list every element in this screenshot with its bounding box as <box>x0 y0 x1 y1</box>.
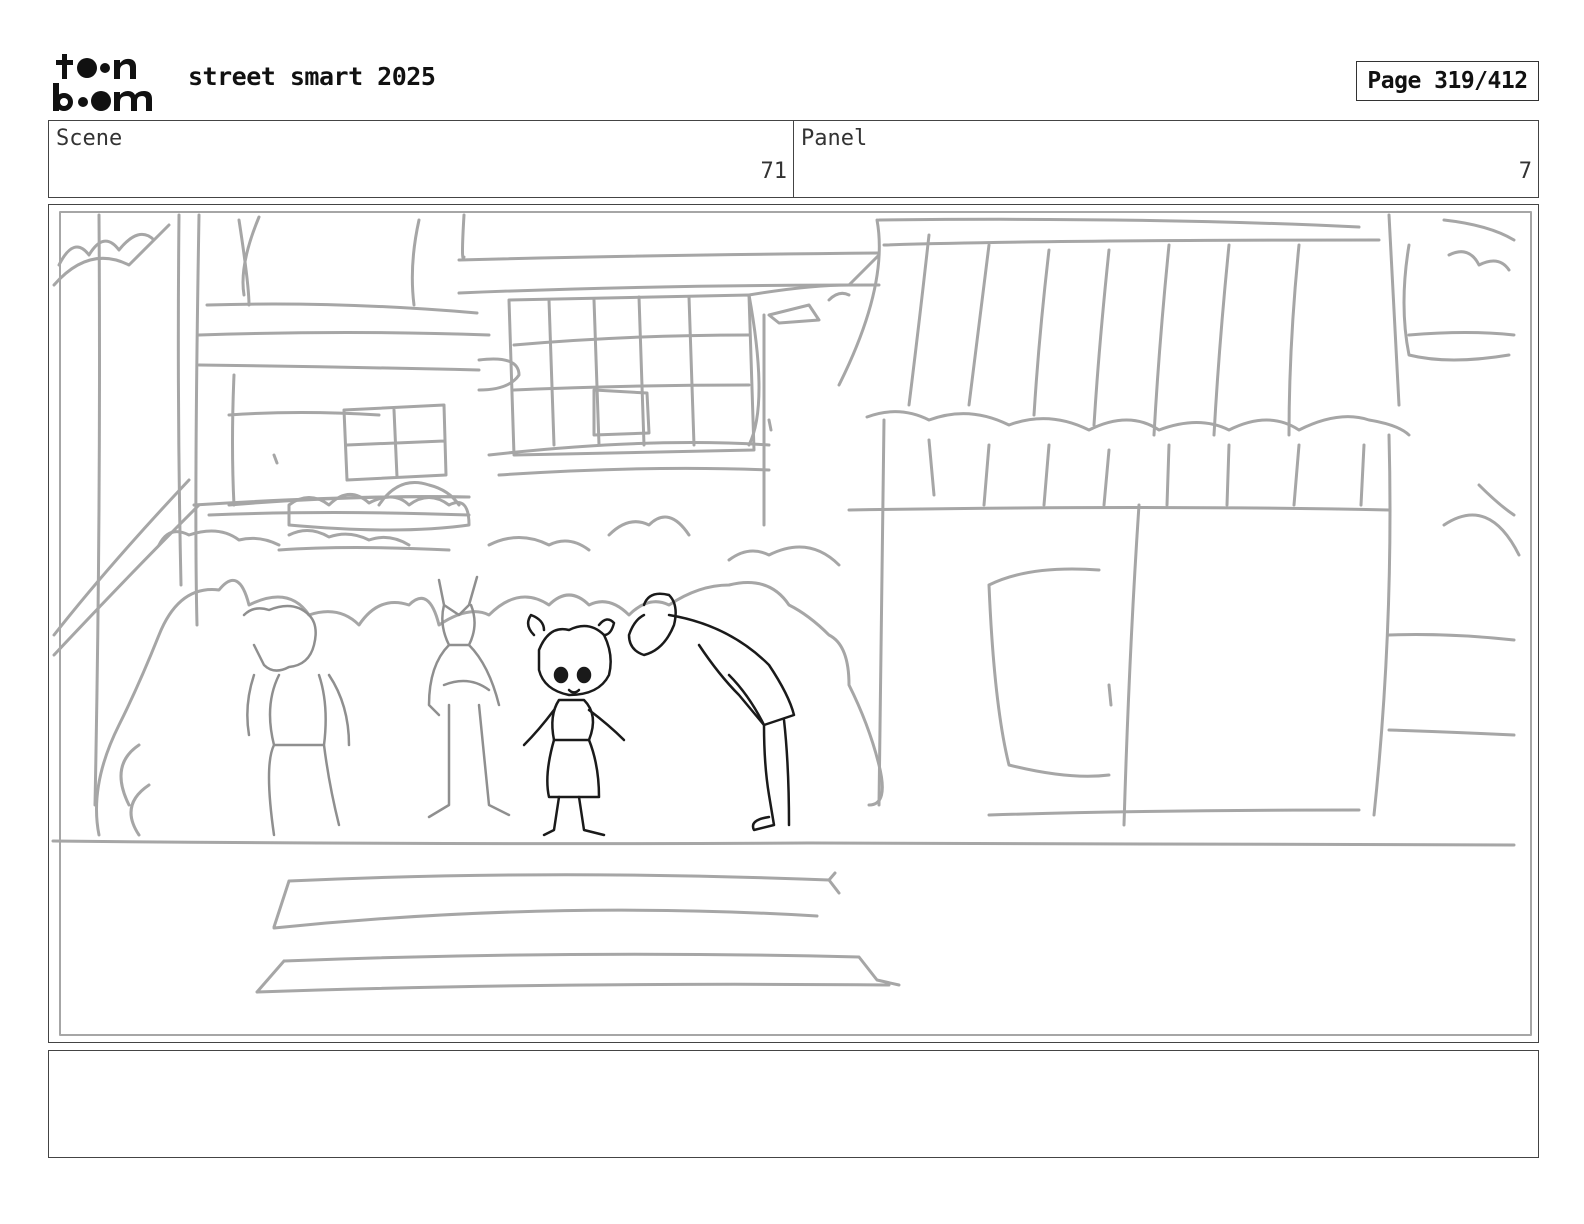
page-indicator: Page 319/412 <box>1356 61 1539 101</box>
storyboard-panel <box>48 204 1539 1043</box>
panel-number: 7 <box>1518 159 1532 184</box>
toon-boom-logo <box>50 50 165 112</box>
scene-number: 71 <box>760 159 788 184</box>
scene-label: Scene <box>56 126 123 151</box>
project-title: street smart 2025 <box>188 62 436 91</box>
notes-area <box>48 1050 1539 1158</box>
storyboard-sketch <box>51 211 1532 1036</box>
scene-panel-info-row: Scene 71 Panel 7 <box>48 120 1539 198</box>
panel-label: Panel <box>801 126 868 151</box>
panel-cell: Panel 7 <box>793 121 1538 197</box>
scene-cell: Scene 71 <box>49 121 793 197</box>
